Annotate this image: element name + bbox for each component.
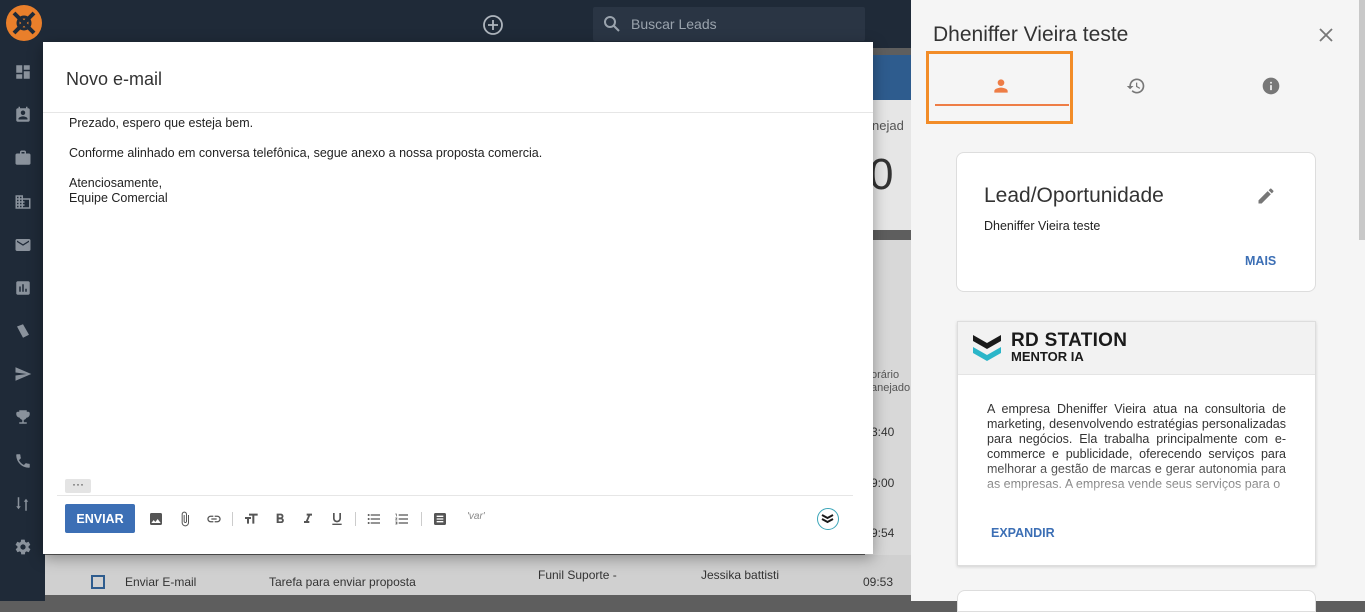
- row-owner: Jessika battisti: [701, 568, 780, 582]
- row-funnel: Funil Suporte -: [538, 568, 617, 582]
- send-button[interactable]: ENVIAR: [65, 504, 135, 533]
- phone-icon[interactable]: [14, 452, 32, 470]
- row-description: Tarefa para enviar proposta: [269, 575, 416, 589]
- background-column-header: nejad: [872, 118, 904, 133]
- rd-station-logo-icon: [972, 333, 1002, 363]
- reports-icon[interactable]: [14, 279, 32, 297]
- building-icon[interactable]: [14, 193, 32, 211]
- sidebar: [0, 0, 45, 601]
- mail-icon[interactable]: [14, 236, 32, 254]
- topbar: [45, 0, 911, 48]
- email-body-line: Conforme alinhado em conversa telefônica…: [69, 146, 543, 160]
- text-size-icon[interactable]: [243, 511, 259, 527]
- background-time: 9:00: [871, 476, 895, 490]
- edit-icon[interactable]: [1256, 186, 1276, 206]
- divider: [57, 495, 853, 496]
- tags-icon[interactable]: [14, 322, 32, 340]
- send-icon[interactable]: [14, 365, 32, 383]
- background-time: 9:54: [871, 526, 895, 540]
- show-more-button[interactable]: ···: [65, 478, 91, 493]
- bold-icon[interactable]: [272, 511, 288, 527]
- email-body-line: Prezado, espero que esteja bem.: [69, 116, 254, 130]
- rd-mentor-card: RD STATION MENTOR IA A empresa Dheniffer…: [957, 321, 1316, 566]
- rd-mentor-icon[interactable]: [817, 508, 839, 530]
- email-body-line: Atenciosamente,: [69, 176, 163, 190]
- rd-mentor-header: RD STATION MENTOR IA: [958, 322, 1315, 375]
- app-logo[interactable]: [6, 5, 42, 41]
- search-box: [593, 7, 865, 41]
- lead-card-title: Lead/Oportunidade: [984, 184, 1164, 207]
- bullet-list-icon[interactable]: [366, 511, 382, 527]
- mentor-ia-label: MENTOR IA: [1011, 349, 1084, 364]
- expand-button[interactable]: EXPANDIR: [991, 526, 1055, 540]
- lead-name: Dheniffer Vieira teste: [984, 219, 1101, 233]
- dashboard-icon[interactable]: [14, 63, 32, 81]
- email-body-editor[interactable]: Prezado, espero que esteja bem. Conforme…: [69, 116, 859, 206]
- lead-card: Lead/Oportunidade Dheniffer Vieira teste…: [956, 152, 1316, 292]
- trophy-icon[interactable]: [14, 408, 32, 426]
- row-checkbox[interactable]: [91, 575, 105, 589]
- integration-icon[interactable]: [14, 495, 32, 513]
- search-icon: [603, 15, 621, 33]
- link-icon[interactable]: [206, 511, 222, 527]
- more-button[interactable]: MAIS: [1245, 254, 1276, 268]
- divider: [43, 112, 873, 113]
- tab-info-icon[interactable]: [1261, 76, 1281, 96]
- logo-icon: [12, 11, 36, 35]
- settings-icon[interactable]: [14, 538, 32, 556]
- italic-icon[interactable]: [300, 511, 316, 527]
- toolbar-separator: [355, 512, 356, 526]
- close-icon[interactable]: [1316, 25, 1336, 45]
- tab-person-icon[interactable]: [991, 76, 1011, 96]
- underline-icon[interactable]: [329, 511, 345, 527]
- next-card: [957, 590, 1316, 612]
- toolbar-separator: [421, 512, 422, 526]
- panel-scrollbar[interactable]: [1359, 0, 1365, 240]
- template-icon[interactable]: [432, 511, 448, 527]
- search-input[interactable]: [631, 7, 851, 41]
- background-time: 3:40: [871, 425, 895, 439]
- new-email-modal: Novo e-mail Prezado, espero que esteja b…: [43, 42, 873, 554]
- lead-side-panel: Dheniffer Vieira teste Lead/Oportunidade…: [911, 0, 1365, 612]
- modal-title: Novo e-mail: [66, 69, 163, 89]
- tab-history-icon[interactable]: [1126, 76, 1146, 96]
- variable-button[interactable]: 'var': [467, 511, 485, 522]
- email-body-line: Equipe Comercial: [69, 191, 168, 205]
- table-row: Enviar E-mail Tarefa para enviar propost…: [45, 555, 911, 595]
- image-icon[interactable]: [148, 511, 164, 527]
- row-time: 09:53: [863, 575, 894, 589]
- toolbar-separator: [232, 512, 233, 526]
- active-tab-indicator: [935, 104, 1069, 106]
- text-fade-overlay: [987, 462, 1286, 508]
- contacts-icon[interactable]: [14, 106, 32, 124]
- background-column-header: anejado: [871, 382, 911, 394]
- row-task: Enviar E-mail: [125, 575, 197, 589]
- background-header: [872, 55, 911, 100]
- briefcase-icon[interactable]: [14, 149, 32, 167]
- numbered-list-icon[interactable]: [394, 511, 410, 527]
- add-circle-icon[interactable]: [482, 14, 504, 36]
- panel-title: Dheniffer Vieira teste: [933, 23, 1129, 46]
- background-column-header: orário: [871, 369, 900, 381]
- attachment-icon[interactable]: [177, 511, 193, 527]
